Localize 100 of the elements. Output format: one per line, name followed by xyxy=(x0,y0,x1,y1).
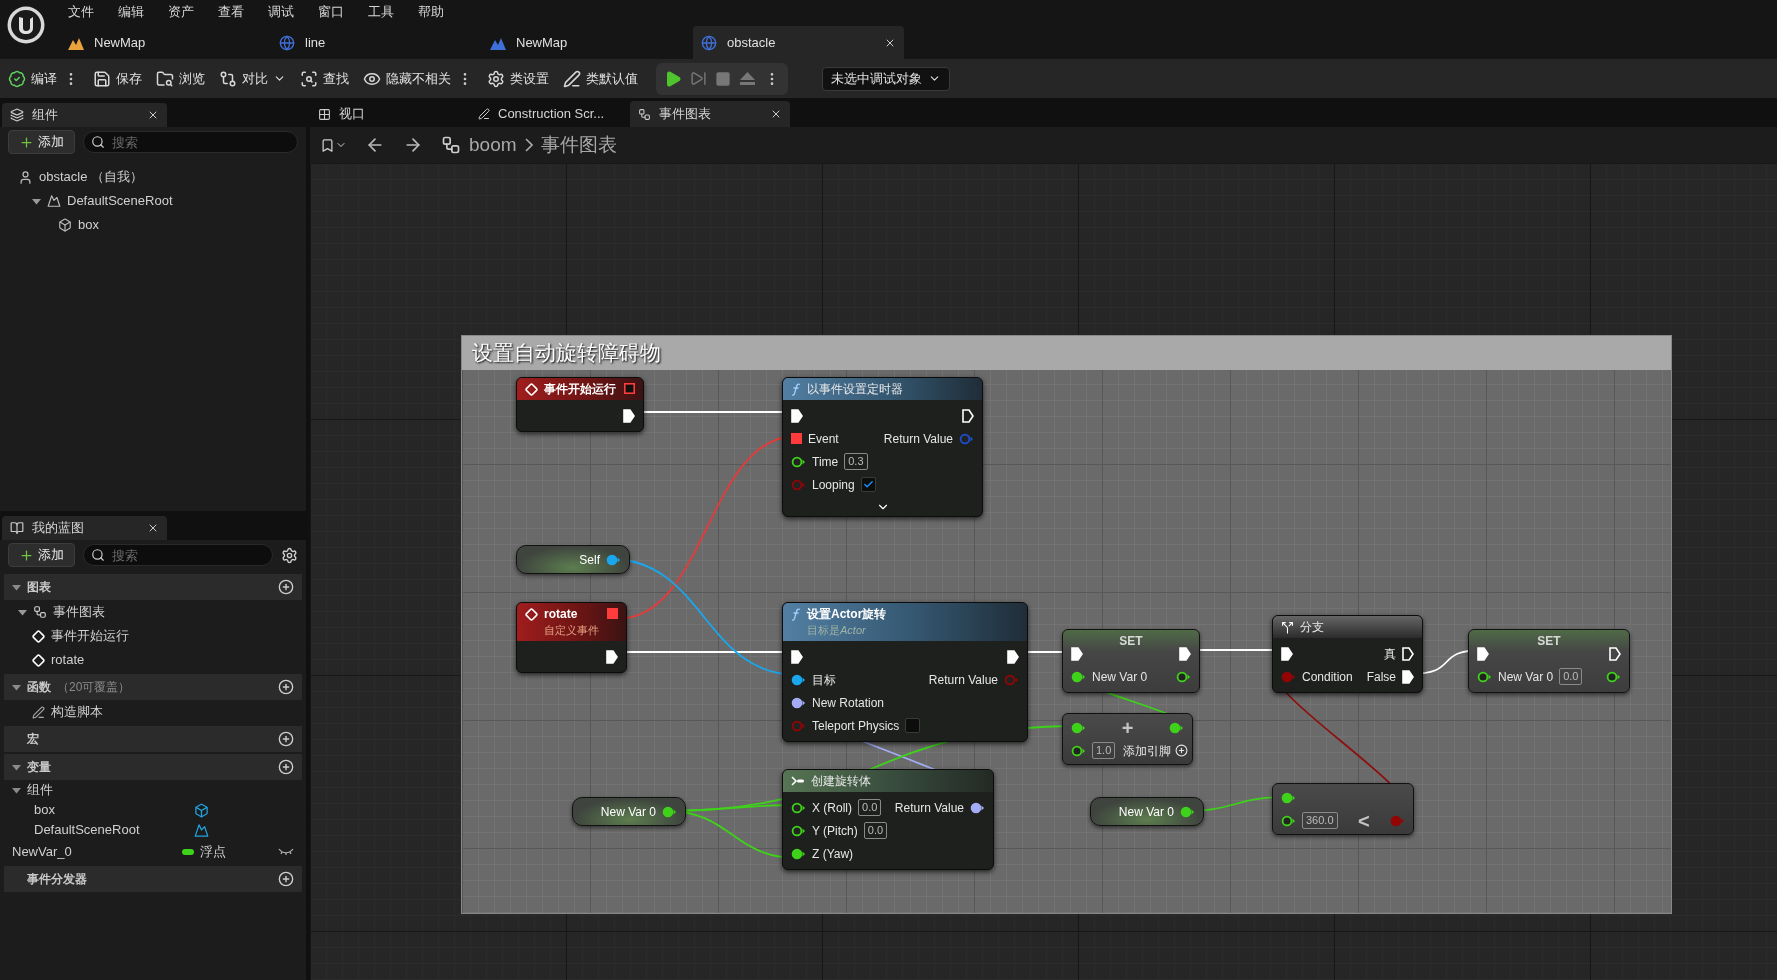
value-field[interactable]: 360.0 xyxy=(1302,812,1338,829)
data-pin-icon[interactable] xyxy=(1281,791,1296,804)
menu-item[interactable]: 编辑 xyxy=(118,2,144,22)
data-pin-icon[interactable] xyxy=(791,824,806,837)
stop-icon[interactable] xyxy=(715,70,731,87)
data-pin-icon[interactable] xyxy=(1169,721,1184,734)
exec-pin-icon[interactable] xyxy=(623,408,635,423)
data-pin-icon[interactable] xyxy=(791,673,806,686)
data-pin-icon[interactable] xyxy=(970,801,985,814)
exec-pin-icon[interactable] xyxy=(1477,646,1489,661)
add-icon[interactable] xyxy=(278,579,294,595)
data-pin-icon[interactable] xyxy=(1606,670,1621,683)
document-tab[interactable]: obstacle xyxy=(693,26,904,59)
document-tab[interactable]: line xyxy=(271,26,482,59)
delegate-pin-icon[interactable] xyxy=(624,383,635,394)
set-node[interactable]: SET New Var 0 xyxy=(1062,629,1200,693)
expand-arrow-icon[interactable] xyxy=(12,582,21,592)
data-pin-icon[interactable] xyxy=(1176,670,1191,683)
toolbar-button[interactable]: 浏览 xyxy=(156,68,205,89)
graph-canvas[interactable] xyxy=(310,163,1777,980)
variable-node[interactable]: New Var 0 xyxy=(572,797,686,826)
exec-pin-icon[interactable] xyxy=(962,408,974,423)
value-field[interactable]: 0.0 xyxy=(863,822,888,839)
add-button[interactable]: 添加 xyxy=(8,130,75,154)
section-header[interactable]: 宏 xyxy=(4,726,302,752)
debug-object-dropdown[interactable]: 未选中调试对象 xyxy=(822,66,950,91)
expand-arrow-icon[interactable] xyxy=(12,785,21,795)
editor-tab[interactable]: 事件图表 xyxy=(630,101,790,127)
exec-pin-icon[interactable] xyxy=(1402,646,1414,661)
exec-pin-icon[interactable] xyxy=(1071,646,1083,661)
data-pin-icon[interactable] xyxy=(791,455,806,468)
toolbar-button[interactable]: 编译 xyxy=(8,68,57,89)
toolbar-button[interactable]: 保存 xyxy=(93,68,142,89)
data-pin-icon[interactable] xyxy=(791,696,806,709)
exec-pin-icon[interactable] xyxy=(791,649,803,664)
math-node[interactable]: 360.0 < xyxy=(1272,783,1414,835)
exec-pin-icon[interactable] xyxy=(791,408,803,423)
tree-item[interactable]: rotate xyxy=(12,648,294,672)
blueprint-node[interactable]: 以事件设置定时器 Event Return Value Time 0.3 Looping xyxy=(782,377,983,517)
set-node[interactable]: SET New Var 0 0.0 xyxy=(1468,629,1630,693)
breadcrumb-item[interactable]: boom xyxy=(469,130,517,160)
menu-item[interactable]: 文件 xyxy=(68,2,94,22)
panel-tab[interactable]: 组件 xyxy=(2,103,167,127)
bookmark-menu-button[interactable] xyxy=(320,137,347,153)
add-icon[interactable] xyxy=(278,871,294,887)
data-pin-icon[interactable] xyxy=(606,553,621,566)
toolbar-button[interactable]: 隐藏不相关 xyxy=(363,68,451,89)
close-icon[interactable] xyxy=(147,522,159,534)
exec-pin-icon[interactable] xyxy=(1179,646,1191,661)
checkbox[interactable] xyxy=(860,477,876,492)
data-pin-icon[interactable] xyxy=(662,805,677,818)
tree-item[interactable]: DefaultSceneRoot xyxy=(12,189,306,213)
data-pin-icon[interactable] xyxy=(1071,744,1086,757)
eject-icon[interactable] xyxy=(739,71,756,86)
exec-pin-icon[interactable] xyxy=(1609,646,1621,661)
math-node[interactable]: + 1.0 添加引脚 xyxy=(1062,713,1193,765)
document-tab[interactable]: NewMap xyxy=(482,26,693,59)
value-field[interactable]: 0.0 xyxy=(1559,668,1583,685)
tree-item[interactable]: box xyxy=(12,213,306,237)
search-field[interactable]: 搜索 xyxy=(83,131,298,153)
section-header[interactable]: 图表 xyxy=(4,574,302,600)
tree-item[interactable]: 事件图表 xyxy=(12,600,294,624)
section-header[interactable]: 事件分发器 xyxy=(4,866,302,892)
add-icon[interactable] xyxy=(278,679,294,695)
add-pin-label[interactable]: 添加引脚 xyxy=(1123,741,1172,760)
document-tab[interactable]: NewMap xyxy=(60,26,271,59)
expand-arrow-icon[interactable] xyxy=(12,762,21,772)
toolbar-button[interactable]: 类默认值 xyxy=(563,68,638,89)
toolbar-button[interactable]: 对比 xyxy=(219,68,286,89)
blueprint-node[interactable]: 创建旋转体 X (Roll) 0.0 Return Value Y (Pitch) 0.0 Z (Yaw) xyxy=(782,769,994,870)
variable-row[interactable]: DefaultSceneRoot xyxy=(12,820,294,840)
data-pin-icon[interactable] xyxy=(791,847,806,860)
tree-item[interactable]: 事件开始运行 xyxy=(12,624,294,648)
panel-tab[interactable]: 我的蓝图 xyxy=(2,516,167,540)
exec-pin-icon[interactable] xyxy=(1402,669,1414,684)
data-pin-icon[interactable] xyxy=(1071,670,1086,683)
data-pin-icon[interactable] xyxy=(791,801,806,814)
checkbox[interactable] xyxy=(905,718,921,733)
toolbar-button[interactable]: 查找 xyxy=(300,68,349,89)
exec-pin-icon[interactable] xyxy=(606,649,618,664)
variable-row[interactable]: NewVar_0 浮点 xyxy=(12,840,294,864)
exec-pin-icon[interactable] xyxy=(1007,649,1019,664)
editor-tab[interactable]: 视口 xyxy=(310,101,470,127)
editor-tab[interactable]: Construction Scr... xyxy=(470,101,630,127)
tree-item[interactable]: obstacle （自我） xyxy=(12,165,306,189)
add-icon[interactable] xyxy=(278,759,294,775)
value-field[interactable]: 0.0 xyxy=(858,799,882,816)
menu-item[interactable]: 资产 xyxy=(168,2,194,22)
toolbar-button[interactable]: 类设置 xyxy=(487,68,549,89)
close-icon[interactable] xyxy=(147,109,159,121)
variable-node[interactable]: Self xyxy=(516,545,630,574)
search-field[interactable]: 搜索 xyxy=(83,544,273,566)
blueprint-node[interactable]: rotate 自定义事件 xyxy=(516,602,627,673)
menu-item[interactable]: 查看 xyxy=(218,2,244,22)
section-header[interactable]: 变量 xyxy=(4,754,302,780)
expand-arrow-icon[interactable] xyxy=(18,607,27,617)
closed-eye-icon[interactable] xyxy=(278,848,294,856)
data-pin-icon[interactable] xyxy=(1477,670,1492,683)
data-pin-icon[interactable] xyxy=(1281,814,1296,827)
exec-pin-icon[interactable] xyxy=(1281,646,1293,661)
